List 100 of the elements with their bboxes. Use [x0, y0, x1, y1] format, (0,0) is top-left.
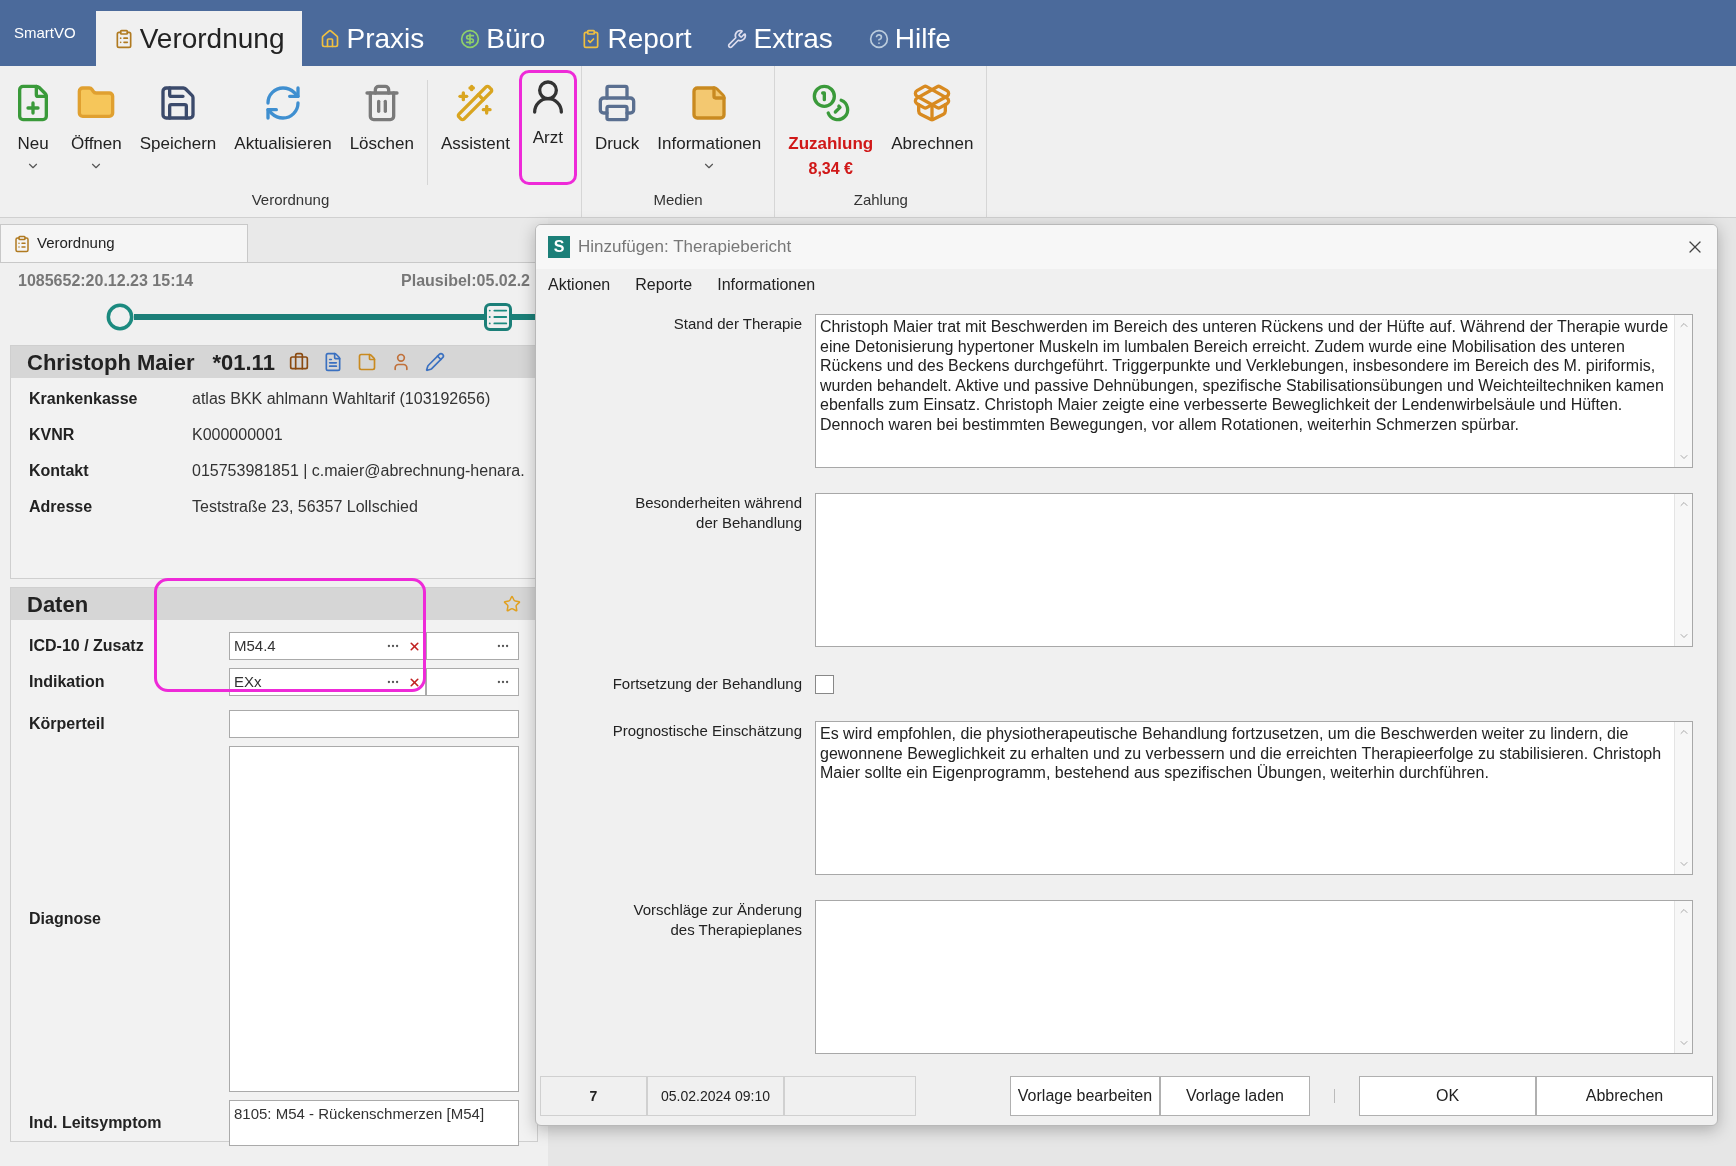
dialog-title: Hinzufügen: Therapiebericht [578, 236, 793, 259]
ribbon-label: Löschen [349, 133, 414, 155]
briefcase-icon [288, 352, 309, 372]
field-label: Ind. Leitsymptom [29, 1113, 163, 1133]
ribbon-button[interactable]: Aktualisieren [225, 76, 341, 189]
menu-item[interactable]: Aktionen [548, 273, 611, 297]
template-button[interactable]: Vorlage bearbeiten [1010, 1076, 1160, 1116]
ribbon-button[interactable]: Neu [4, 76, 62, 189]
app-tab[interactable]: Verordnung [95, 11, 303, 66]
field-label: Vorschläge zur Änderung des Therapieplanes [632, 900, 802, 940]
text-area-value: Es wird empfohlen, die physiotherapeutische Behandlung fortzusetzen, um die Beschwerden weiter zu lindern, die gewonnene Beweglichkeit zu erhalten und zu verbessern und die erreichten Therapieerfolge zu stabilisieren. Christoph Maier sollte ein Eigenprogramm, bestehend aus spezifischen Übungen, weiterhin durchführen. [819, 724, 1663, 783]
app-brand[interactable]: SmartVO [6, 0, 84, 66]
ribbon-label: Speichern [139, 133, 217, 155]
text-area[interactable] [815, 721, 1693, 875]
box-icon [912, 83, 953, 123]
ribbon-button[interactable]: Informationen [648, 76, 771, 189]
document-tab[interactable]: Verordnung [0, 224, 248, 262]
field-label: ICD-10 / Zusatz [29, 636, 145, 656]
checkbox[interactable] [815, 674, 834, 694]
ribbon-button[interactable]: Speichern [130, 76, 226, 189]
field-label: KVNR [29, 425, 76, 445]
ribbon-button[interactable]: Arzt [518, 70, 577, 185]
coins-icon [460, 28, 481, 49]
record-id: 1085652:20.12.23 15:14 [18, 271, 194, 291]
clear-icon[interactable] [408, 639, 421, 653]
status-cell: 05.02.2024 09:10 [647, 1076, 784, 1116]
field-label: Krankenkasse [29, 389, 139, 409]
lookup-field[interactable]: EXx [229, 668, 426, 696]
field-label: Adresse [29, 497, 94, 517]
field-value: EXx [234, 671, 263, 692]
ribbon-label: Zuzahlung [788, 133, 874, 155]
field-value: Teststraße 23, 56357 Lollschied [192, 497, 418, 517]
text-area[interactable] [815, 314, 1693, 468]
menu-item[interactable]: Informationen [717, 273, 816, 297]
ribbon-button[interactable]: Abrechnen [882, 76, 983, 189]
star-icon[interactable] [503, 595, 521, 613]
field-value: 015753981851 | c.maier@abrechnung-henara. [192, 461, 525, 481]
tab-label: Extras [753, 21, 833, 56]
ribbon-label: Neu [17, 133, 49, 155]
ribbon-label: Assistent [440, 133, 510, 155]
ribbon-label: Informationen [657, 133, 762, 155]
field-label: Prognostische Einschätzung [611, 721, 802, 741]
app-logo: S [548, 236, 570, 258]
app-tab[interactable]: Praxis [302, 11, 443, 66]
scrollbar[interactable] [1674, 494, 1692, 646]
ribbon-group-label: Zahlung [852, 189, 909, 210]
text-area-value: Christoph Maier trat mit Beschwerden im Bereich des unteren Rückens und der Hüfte auf. Während der Therapie wurde eine Detonisierung hypertoner Muskeln im lumbalen Bereich erreicht. Zudem wurde eine Mobilisation des unteren Rückens und des Beckens durchgeführt. Triggerpunkte und Verklebungen, insbesondere im Bereich des M. piriformis, wurden behandelt. Aktive und passive Dehnübungen, spezifische Stabilisationsübungen und Weichteiltechniken kamen ebenfalls zum Einsatz. Christoph Maier zeigte eine verbesserte Beweglichkeit der Lendenwirbelsäule und Hüften. Dennoch waren bei bestimmten Bewegungen, vor allem Rotationen, weiterhin Schmerzen spürbar. [819, 317, 1670, 435]
dialog-button[interactable]: Abbrechen [1536, 1076, 1713, 1116]
tab-label: Praxis [346, 21, 425, 56]
status-cell: 7 [540, 1076, 647, 1116]
ribbon-button[interactable]: Druck [585, 76, 649, 189]
tab-label: Report [607, 21, 692, 56]
app-tab[interactable]: Büro [442, 11, 564, 66]
wand-icon [455, 83, 496, 123]
lookup-field[interactable]: M54.4 [229, 632, 426, 660]
ribbon-label: Abrechnen [891, 133, 974, 155]
printer-icon [597, 83, 638, 123]
clear-icon[interactable] [408, 675, 421, 689]
coins-icon [810, 83, 851, 123]
template-button[interactable]: Vorlage laden [1160, 1076, 1310, 1116]
ribbon-group-label: Medien [652, 189, 704, 210]
text-area[interactable]: 8105: M54 - Rückenschmerzen [M54] [229, 1100, 519, 1146]
scrollbar[interactable] [1674, 722, 1692, 874]
field-label: Indikation [29, 672, 106, 692]
amount-text: 8,34 € [808, 158, 853, 179]
tab-label: Hilfe [894, 21, 951, 56]
ribbon-label: Aktualisieren [234, 133, 332, 155]
ribbon-label: Druck [594, 133, 640, 155]
plausibility-date: Plausibel:05.02.2 [401, 271, 530, 291]
ribbon-label: Arzt [532, 127, 563, 149]
tab-label: Verordnung [139, 21, 285, 56]
ribbon-button[interactable]: Assistent [431, 76, 519, 189]
timeline-start-icon [106, 303, 134, 331]
scrollbar[interactable] [1674, 315, 1692, 467]
input-field[interactable] [229, 710, 519, 738]
field-value: K000000001 [192, 425, 283, 445]
pencil-icon [424, 352, 445, 372]
field-label: Fortsetzung der Behandlung [611, 674, 802, 694]
ribbon-button[interactable]: Öffnen [62, 76, 131, 189]
save-icon [158, 83, 198, 123]
document-tab-label: Verordnung [37, 233, 115, 254]
ribbon-group-label: Verordnung [250, 189, 331, 210]
app-tab[interactable]: Report [563, 11, 710, 66]
ribbon-button[interactable]: Zuzahlung 8,34 € [779, 76, 883, 189]
lookup-field[interactable] [426, 668, 519, 696]
checklist-icon [581, 28, 602, 49]
timeline-node-icon [484, 303, 512, 331]
clipboard-icon [13, 234, 31, 253]
app-tab[interactable]: Hilfe [850, 11, 969, 66]
field-label: Stand der Therapie [672, 314, 802, 334]
field-label: Diagnose [29, 909, 102, 929]
field-value: atlas BKK ahlmann Wahltarif (103192656) [192, 389, 491, 409]
field-value: M54.4 [234, 635, 277, 656]
menu-item[interactable]: Reporte [635, 273, 693, 297]
ribbon-button[interactable]: Löschen [340, 76, 423, 189]
app-tab[interactable]: Extras [709, 11, 851, 66]
lookup-field[interactable] [426, 632, 519, 660]
patient-name: Christoph Maier [27, 348, 195, 377]
dialog-button[interactable]: OK [1359, 1076, 1536, 1116]
scrollbar[interactable] [1674, 901, 1692, 1053]
